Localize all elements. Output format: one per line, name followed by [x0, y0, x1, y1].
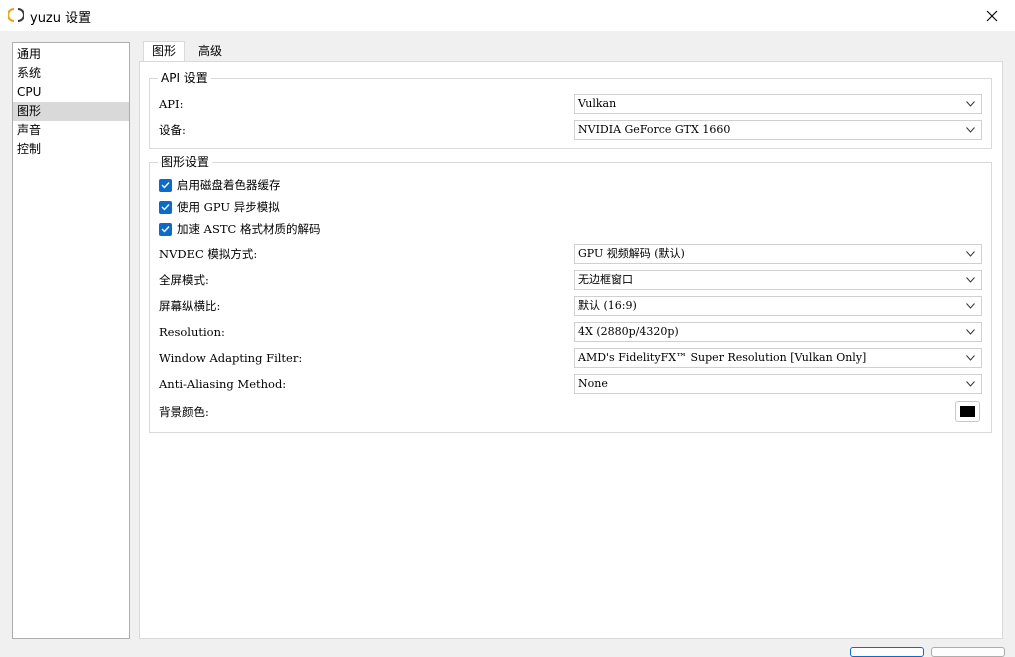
chevron-down-icon [966, 381, 975, 387]
ok-button[interactable] [850, 647, 924, 657]
sidebar-item-audio[interactable]: 声音 [13, 121, 129, 140]
window-filter-select[interactable]: AMD's FidelityFX™ Super Resolution [Vulk… [574, 348, 982, 368]
resolution-select-value: 4X (2880p/4320p) [578, 325, 679, 338]
chevron-down-icon [966, 101, 975, 107]
device-select-value: NVIDIA GeForce GTX 1660 [578, 123, 731, 136]
nvdec-label: NVDEC 模拟方式: [159, 247, 258, 261]
window-filter-label: Window Adapting Filter: [159, 351, 303, 365]
anti-aliasing-select[interactable]: None [574, 374, 982, 394]
api-select[interactable]: Vulkan [574, 94, 982, 114]
settings-category-list[interactable]: 通用 系统 CPU 图形 声音 控制 [12, 42, 130, 639]
fullscreen-select[interactable]: 无边框窗口 [574, 270, 982, 290]
astc-decode-checkbox-row[interactable]: 加速 ASTC 格式材质的解码 [159, 221, 320, 237]
device-select[interactable]: NVIDIA GeForce GTX 1660 [574, 120, 982, 140]
background-color-button[interactable] [955, 401, 980, 422]
disk-shader-cache-checkbox-row[interactable]: 启用磁盘着色器缓存 [159, 177, 281, 193]
close-button[interactable] [969, 0, 1015, 31]
chevron-down-icon [966, 329, 975, 335]
aspect-ratio-label: 屏幕纵横比: [159, 299, 221, 313]
sidebar-item-controls[interactable]: 控制 [13, 140, 129, 159]
sidebar-item-system[interactable]: 系统 [13, 64, 129, 83]
api-settings-title: API 设置 [158, 71, 211, 85]
close-icon [986, 10, 998, 21]
chevron-down-icon [966, 355, 975, 361]
checkmark-icon [161, 226, 170, 233]
api-select-value: Vulkan [578, 97, 617, 110]
nvdec-select-value: GPU 视频解码 (默认) [578, 247, 685, 260]
cancel-button[interactable] [931, 647, 1005, 657]
tab-advanced[interactable]: 高级 [189, 41, 231, 61]
chevron-down-icon [966, 251, 975, 257]
async-gpu-label: 使用 GPU 异步模拟 [177, 200, 280, 214]
sidebar-item-graphics[interactable]: 图形 [13, 102, 129, 121]
chevron-down-icon [966, 277, 975, 283]
disk-shader-cache-checkbox[interactable] [159, 178, 172, 192]
tab-graphics[interactable]: 图形 [143, 41, 185, 62]
async-gpu-checkbox-row[interactable]: 使用 GPU 异步模拟 [159, 199, 280, 215]
astc-decode-label: 加速 ASTC 格式材质的解码 [177, 222, 321, 236]
fullscreen-select-value: 无边框窗口 [578, 273, 633, 286]
disk-shader-cache-label: 启用磁盘着色器缓存 [177, 178, 281, 192]
aspect-ratio-select[interactable]: 默认 (16:9) [574, 296, 982, 316]
device-label: 设备: [159, 123, 186, 137]
sidebar-item-general[interactable]: 通用 [13, 45, 129, 64]
fullscreen-label: 全屏模式: [159, 273, 209, 287]
resolution-select[interactable]: 4X (2880p/4320p) [574, 322, 982, 342]
sidebar-item-cpu[interactable]: CPU [13, 83, 129, 102]
chevron-down-icon [966, 303, 975, 309]
async-gpu-checkbox[interactable] [159, 200, 172, 214]
aspect-ratio-select-value: 默认 (16:9) [578, 299, 637, 312]
window-filter-select-value: AMD's FidelityFX™ Super Resolution [Vulk… [578, 351, 867, 364]
background-color-label: 背景颜色: [159, 405, 209, 419]
checkmark-icon [161, 182, 170, 189]
yuzu-logo-icon [8, 8, 24, 22]
checkmark-icon [161, 204, 170, 211]
title-bar: yuzu 设置 [0, 0, 1015, 31]
chevron-down-icon [966, 127, 975, 133]
nvdec-select[interactable]: GPU 视频解码 (默认) [574, 244, 982, 264]
background-color-swatch [960, 406, 975, 417]
anti-aliasing-label: Anti-Aliasing Method: [159, 377, 287, 391]
graphics-settings-title: 图形设置 [158, 155, 213, 169]
api-label: API: [159, 97, 184, 111]
anti-aliasing-select-value: None [578, 377, 608, 390]
astc-decode-checkbox[interactable] [159, 222, 172, 236]
window-title: yuzu 设置 [30, 11, 92, 26]
resolution-label: Resolution: [159, 325, 225, 339]
